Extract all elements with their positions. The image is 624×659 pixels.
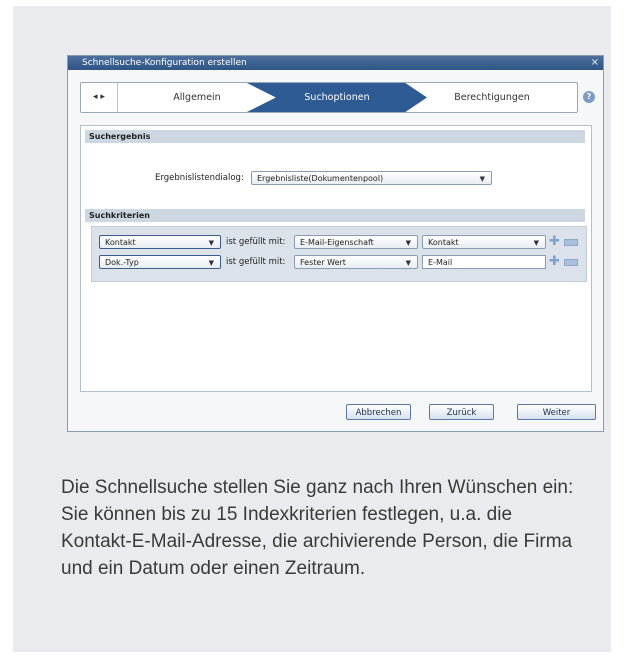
- add-criterion-icon[interactable]: ✚: [549, 235, 560, 248]
- wizard-nav-arrows[interactable]: ◂ ▸: [81, 83, 118, 112]
- criteria-type-select[interactable]: Fester Wert ▼: [294, 255, 418, 269]
- criteria-field-value: Kontakt: [105, 238, 136, 247]
- criteria-value-input[interactable]: E-Mail: [422, 255, 546, 269]
- criteria-connector: ist gefüllt mit:: [226, 257, 286, 267]
- remove-criterion-icon[interactable]: [564, 259, 578, 266]
- cancel-button[interactable]: Abbrechen: [346, 404, 411, 420]
- back-button[interactable]: Zurück: [429, 404, 494, 420]
- criteria-value-text: Kontakt: [428, 238, 459, 247]
- chevron-down-icon: ▼: [479, 175, 485, 183]
- ergebnislistendialog-select[interactable]: Ergebnisliste(Dokumentenpool) ▼: [251, 171, 492, 185]
- remove-criterion-icon[interactable]: [564, 239, 578, 246]
- criteria-list: Kontakt ▼ ist gefüllt mit: E-Mail-Eigens…: [91, 226, 587, 282]
- criteria-type-select[interactable]: E-Mail-Eigenschaft ▼: [294, 235, 418, 249]
- chevron-down-icon: ▼: [208, 239, 214, 247]
- criteria-type-value: Fester Wert: [300, 258, 346, 267]
- criteria-field-select[interactable]: Kontakt ▼: [99, 235, 221, 249]
- criteria-value-select[interactable]: Kontakt ▼: [422, 235, 546, 249]
- options-panel: Suchergebnis Ergebnislistendialog: Ergeb…: [80, 125, 592, 392]
- next-button[interactable]: Weiter: [517, 404, 596, 420]
- add-criterion-icon[interactable]: ✚: [549, 255, 560, 268]
- section-suchkriterien: Suchkriterien: [85, 209, 585, 222]
- config-dialog: Schnellsuche-Konfiguration erstellen × ◂…: [67, 55, 604, 432]
- ergebnislistendialog-label: Ergebnislistendialog:: [155, 173, 244, 183]
- section-suchergebnis: Suchergebnis: [85, 130, 585, 143]
- chevron-down-icon: ▼: [405, 239, 411, 247]
- content-card: Schnellsuche-Konfiguration erstellen × ◂…: [13, 6, 611, 652]
- help-icon[interactable]: ?: [583, 91, 595, 103]
- ergebnislistendialog-value: Ergebnisliste(Dokumentenpool): [257, 174, 384, 183]
- tab-berechtigungen[interactable]: Berechtigungen: [407, 83, 577, 112]
- chevron-down-icon: ▼: [405, 259, 411, 267]
- dialog-titlebar: Schnellsuche-Konfiguration erstellen ×: [68, 56, 603, 70]
- criteria-connector: ist gefüllt mit:: [226, 237, 286, 247]
- chevron-down-icon: ▼: [208, 259, 214, 267]
- criteria-field-select[interactable]: Dok.-Typ ▼: [99, 255, 221, 269]
- description-text: Die Schnellsuche stellen Sie ganz nach I…: [61, 477, 574, 579]
- chevron-down-icon: ▼: [533, 239, 539, 247]
- tab-allgemein[interactable]: Allgemein: [117, 83, 277, 112]
- wizard-steps: ◂ ▸ Allgemein Berechtigungen Suchoptione…: [80, 82, 578, 113]
- dialog-title: Schnellsuche-Konfiguration erstellen: [82, 58, 247, 68]
- criteria-type-value: E-Mail-Eigenschaft: [300, 238, 374, 247]
- close-icon[interactable]: ×: [591, 56, 599, 70]
- criteria-field-value: Dok.-Typ: [105, 258, 139, 267]
